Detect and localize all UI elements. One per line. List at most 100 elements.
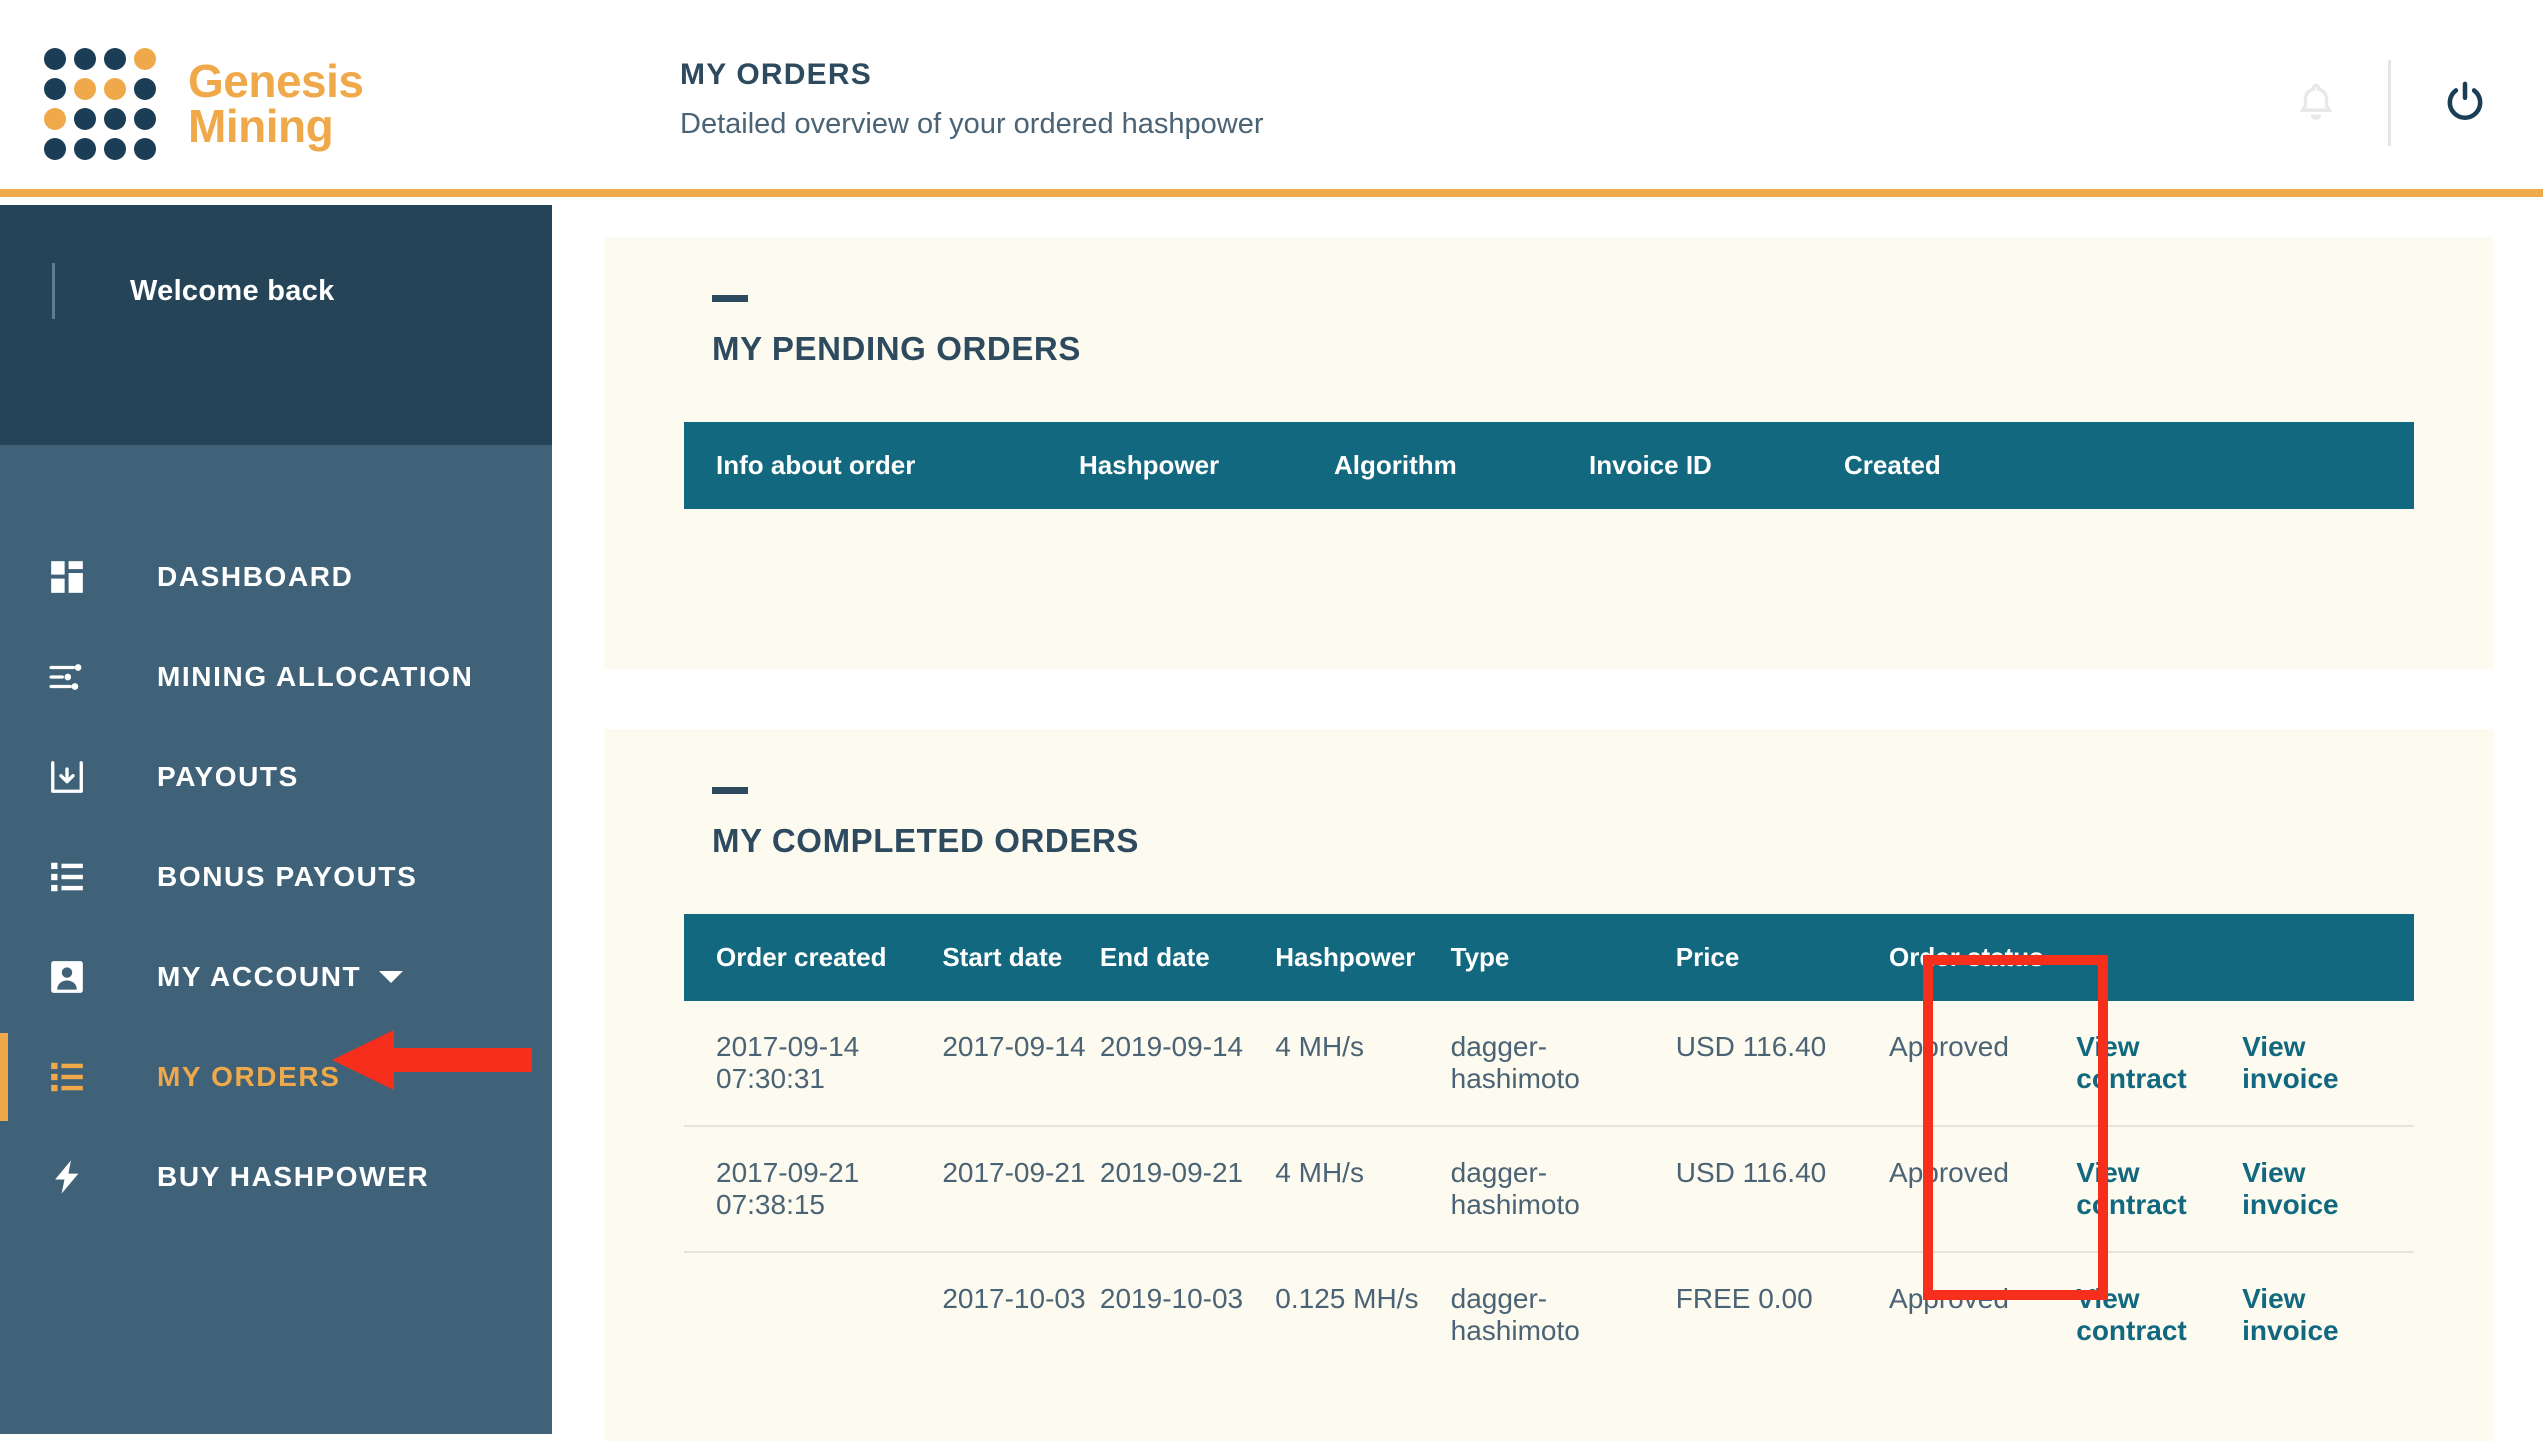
cell-price: USD 116.40 [1675, 1126, 1890, 1253]
column-header: Type [1450, 914, 1676, 1001]
pending-orders-body [684, 509, 2414, 605]
sidebar-item-my-account[interactable]: MY ACCOUNT [0, 927, 552, 1027]
top-header-bar: Genesis Mining MY ORDERS Detailed overvi… [0, 0, 2543, 197]
logo-dot-r4-c2 [74, 138, 96, 160]
table-header-row: Info about order Hashpower Algorithm Invoic… [684, 422, 2414, 509]
completed-orders-body: 2017-09-14 07:30:31 2017-09-14 2019-09-14 4… [684, 1001, 2414, 1377]
sidebar: Welcome back DASHBOARD MINING ALLOCATION P… [0, 205, 552, 1434]
logo-dot-r3-c3 [104, 108, 126, 130]
sidebar-item-my-orders[interactable]: MY ORDERS [0, 1027, 552, 1127]
column-header: Order created [684, 914, 943, 1001]
empty-row [684, 509, 2414, 605]
completed-orders-table: Order created Start date End date Hashpower… [684, 914, 2414, 1377]
brand-name-line2: Mining [188, 100, 334, 152]
cell-price: FREE 0.00 [1675, 1283, 1813, 1314]
main-content: MY PENDING ORDERS Info about order Hashpo… [552, 205, 2543, 1441]
logo-dot-r1-c2 [74, 48, 96, 70]
logo-dot-r3-c1 [44, 108, 66, 130]
page-title: MY ORDERS [680, 58, 872, 91]
cell-start-date: 2017-09-14 [942, 1001, 1100, 1127]
sidebar-item-mining-allocation[interactable]: MINING ALLOCATION [0, 627, 552, 727]
cell-start-date: 2017-09-21 [942, 1126, 1100, 1253]
brand-logo[interactable]: Genesis Mining [44, 48, 364, 160]
logo-dot-r3-c4 [134, 108, 156, 130]
cell-status: Approved [1889, 1001, 2077, 1127]
table-row: 2017-09-14 07:30:31 2017-09-14 2019-09-14 4… [684, 1001, 2414, 1127]
column-header: Info about order [684, 422, 1079, 509]
cell-order-created: 2017-09-14 07:30:31 [684, 1001, 943, 1127]
brand-name: Genesis Mining [188, 54, 364, 152]
sidebar-item-buy-hashpower[interactable]: BUY HASHPOWER [0, 1127, 552, 1227]
sidebar-item-label: MINING ALLOCATION [157, 661, 474, 692]
cell-start-date: 2017-10-03 [942, 1283, 1086, 1314]
completed-orders-title: MY COMPLETED ORDERS [712, 822, 1139, 859]
logo-dot-grid-icon [44, 48, 156, 160]
chevron-down-icon[interactable] [379, 971, 404, 983]
column-header: Created [1844, 422, 2414, 509]
cell-invoice-link[interactable]: View invoice [2242, 1001, 2414, 1127]
column-header: Invoice ID [1589, 422, 1844, 509]
logo-dot-r1-c3 [104, 48, 126, 70]
cell-contract-link[interactable]: View contract [2076, 1252, 2242, 1377]
welcome-accent-bar [52, 263, 55, 319]
cell-contract-link[interactable]: View contract [2076, 1001, 2243, 1127]
bolt-icon [44, 1158, 90, 1196]
column-header [2242, 914, 2414, 1001]
header-divider [2388, 60, 2391, 146]
column-header: Hashpower [1275, 914, 1451, 1001]
sidebar-item-label: DASHBOARD [157, 561, 354, 592]
cell-end-date: 2019-09-21 [1099, 1126, 1276, 1253]
logo-dot-r1-c4 [134, 48, 156, 70]
cell-invoice-link[interactable]: View invoice [2242, 1252, 2414, 1377]
column-header: End date [1099, 914, 1276, 1001]
welcome-message: Welcome back [130, 274, 335, 307]
table-row: 2017-10-03 2019-10-03 0.125 MH/s dagger-has… [684, 1252, 2414, 1377]
list-icon [44, 1058, 90, 1096]
cell-status: Approved [1889, 1283, 2009, 1314]
pending-orders-title: MY PENDING ORDERS [712, 330, 1081, 367]
logo-dot-r2-c1 [44, 78, 66, 100]
cell-hashpower: 4 MH/s [1275, 1001, 1451, 1127]
completed-orders-panel: MY COMPLETED ORDERS Order created Start d… [604, 729, 2494, 1441]
sidebar-item-label: BONUS PAYOUTS [157, 861, 418, 892]
power-icon[interactable] [2439, 77, 2491, 129]
cell-type: dagger-hashimoto [1450, 1283, 1580, 1346]
page-heading-block: MY ORDERS Detailed overview of your orde… [680, 58, 1264, 141]
logo-dot-r4-c3 [104, 138, 126, 160]
sidebar-item-label: MY ORDERS [157, 1061, 341, 1092]
collapse-dash-icon[interactable] [712, 787, 748, 794]
cell-price: USD 116.40 [1675, 1001, 1890, 1127]
collapse-dash-icon[interactable] [712, 295, 748, 302]
user-icon [44, 958, 90, 996]
sliders-icon [44, 658, 90, 696]
logo-dot-r3-c2 [74, 108, 96, 130]
logo-dot-r4-c4 [134, 138, 156, 160]
sidebar-item-payouts[interactable]: PAYOUTS [0, 727, 552, 827]
bell-icon[interactable] [2292, 79, 2340, 127]
cell-invoice-link[interactable]: View invoice [2242, 1126, 2414, 1253]
cell-end-date: 2019-10-03 [1099, 1283, 1244, 1314]
logo-dot-r2-c4 [134, 78, 156, 100]
cell-hashpower: 4 MH/s [1275, 1126, 1451, 1253]
cell-type: dagger-hashimoto [1450, 1001, 1676, 1127]
sidebar-item-bonus-payouts[interactable]: BONUS PAYOUTS [0, 827, 552, 927]
welcome-block: Welcome back [0, 205, 552, 445]
sidebar-item-dashboard[interactable]: DASHBOARD [0, 527, 552, 627]
cell-type: dagger-hashimoto [1450, 1126, 1676, 1253]
brand-name-line1: Genesis [188, 54, 364, 107]
cell-status: Approved [1889, 1126, 2077, 1253]
table-row: 2017-09-21 07:38:15 2017-09-21 2019-09-21 4… [684, 1126, 2414, 1253]
pending-orders-table: Info about order Hashpower Algorithm Invoic… [684, 422, 2414, 605]
cell-hashpower: 0.125 MH/s [1275, 1283, 1419, 1314]
column-header: Algorithm [1334, 422, 1589, 509]
pending-orders-panel: MY PENDING ORDERS Info about order Hashpo… [604, 237, 2494, 669]
cell-order-created: 2017-09-21 07:38:15 [684, 1126, 943, 1253]
page-subtitle: Detailed overview of your ordered hashpo… [680, 108, 1264, 140]
sidebar-item-label: BUY HASHPOWER [157, 1161, 430, 1192]
download-tray-icon [44, 758, 90, 796]
header-actions [2292, 60, 2491, 146]
cell-end-date: 2019-09-14 [1099, 1001, 1276, 1127]
logo-dot-r2-c2 [74, 78, 96, 100]
cell-contract-link[interactable]: View contract [2076, 1126, 2243, 1253]
column-header: Order status [1889, 914, 2077, 1001]
